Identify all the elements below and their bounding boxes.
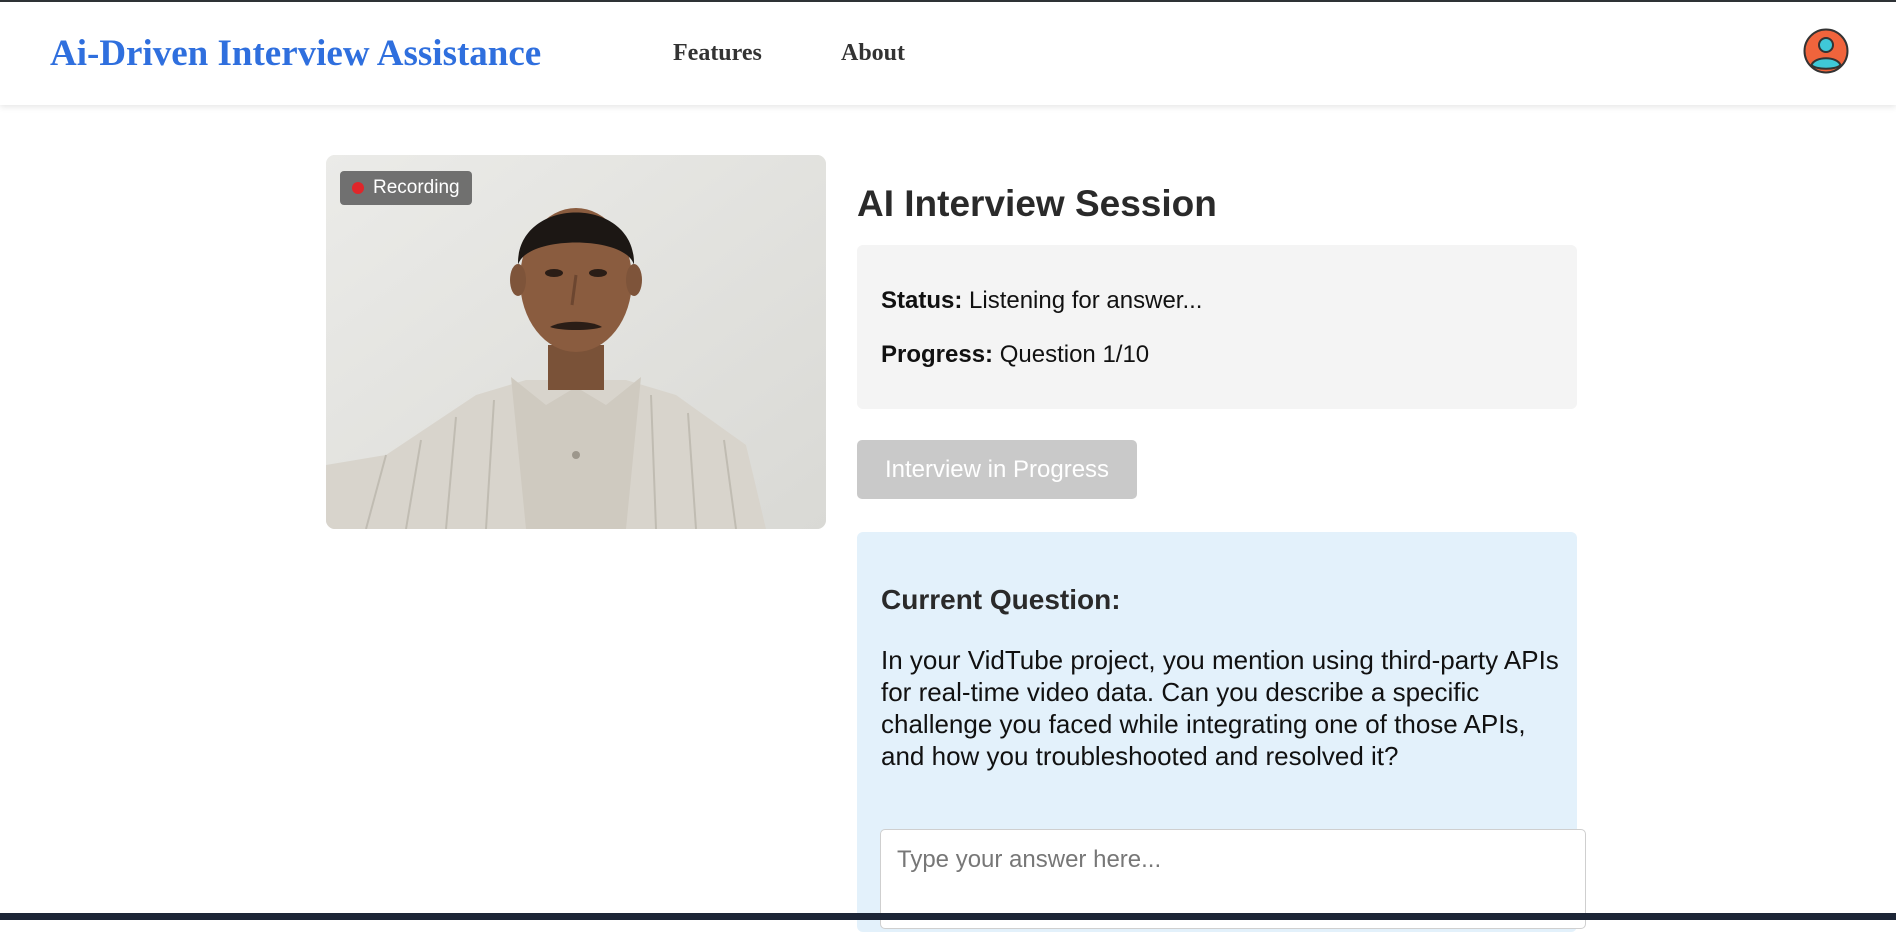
question-heading: Current Question: (881, 584, 1121, 615)
status-card: Status: Listening for answer... Progress… (857, 245, 1577, 409)
status-line: Status: Listening for answer... (881, 287, 1202, 315)
brand-title[interactable]: Ai-Driven Interview Assistance (50, 32, 541, 75)
user-avatar-icon[interactable] (1803, 28, 1849, 74)
webcam-video: Recording (326, 155, 826, 529)
status-label: Status: (881, 287, 963, 314)
nav-about-link[interactable]: About (841, 40, 905, 67)
progress-label: Progress: (881, 341, 994, 368)
recording-label: Recording (373, 177, 460, 198)
os-taskbar (0, 913, 1896, 920)
recording-dot-icon (352, 182, 364, 194)
progress-line: Progress: Question 1/10 (881, 341, 1149, 369)
recording-badge: Recording (340, 171, 472, 205)
navbar: Ai-Driven Interview Assistance Features … (0, 2, 1896, 105)
question-text: In your VidTube project, you mention usi… (881, 645, 1559, 771)
nav-features-link[interactable]: Features (673, 40, 762, 67)
progress-value: Question 1/10 (999, 341, 1150, 368)
session-title: AI Interview Session (857, 183, 1217, 224)
status-value: Listening for answer... (969, 287, 1203, 314)
webcam-frame-image (326, 155, 826, 529)
interview-in-progress-button[interactable]: Interview in Progress (857, 440, 1137, 499)
